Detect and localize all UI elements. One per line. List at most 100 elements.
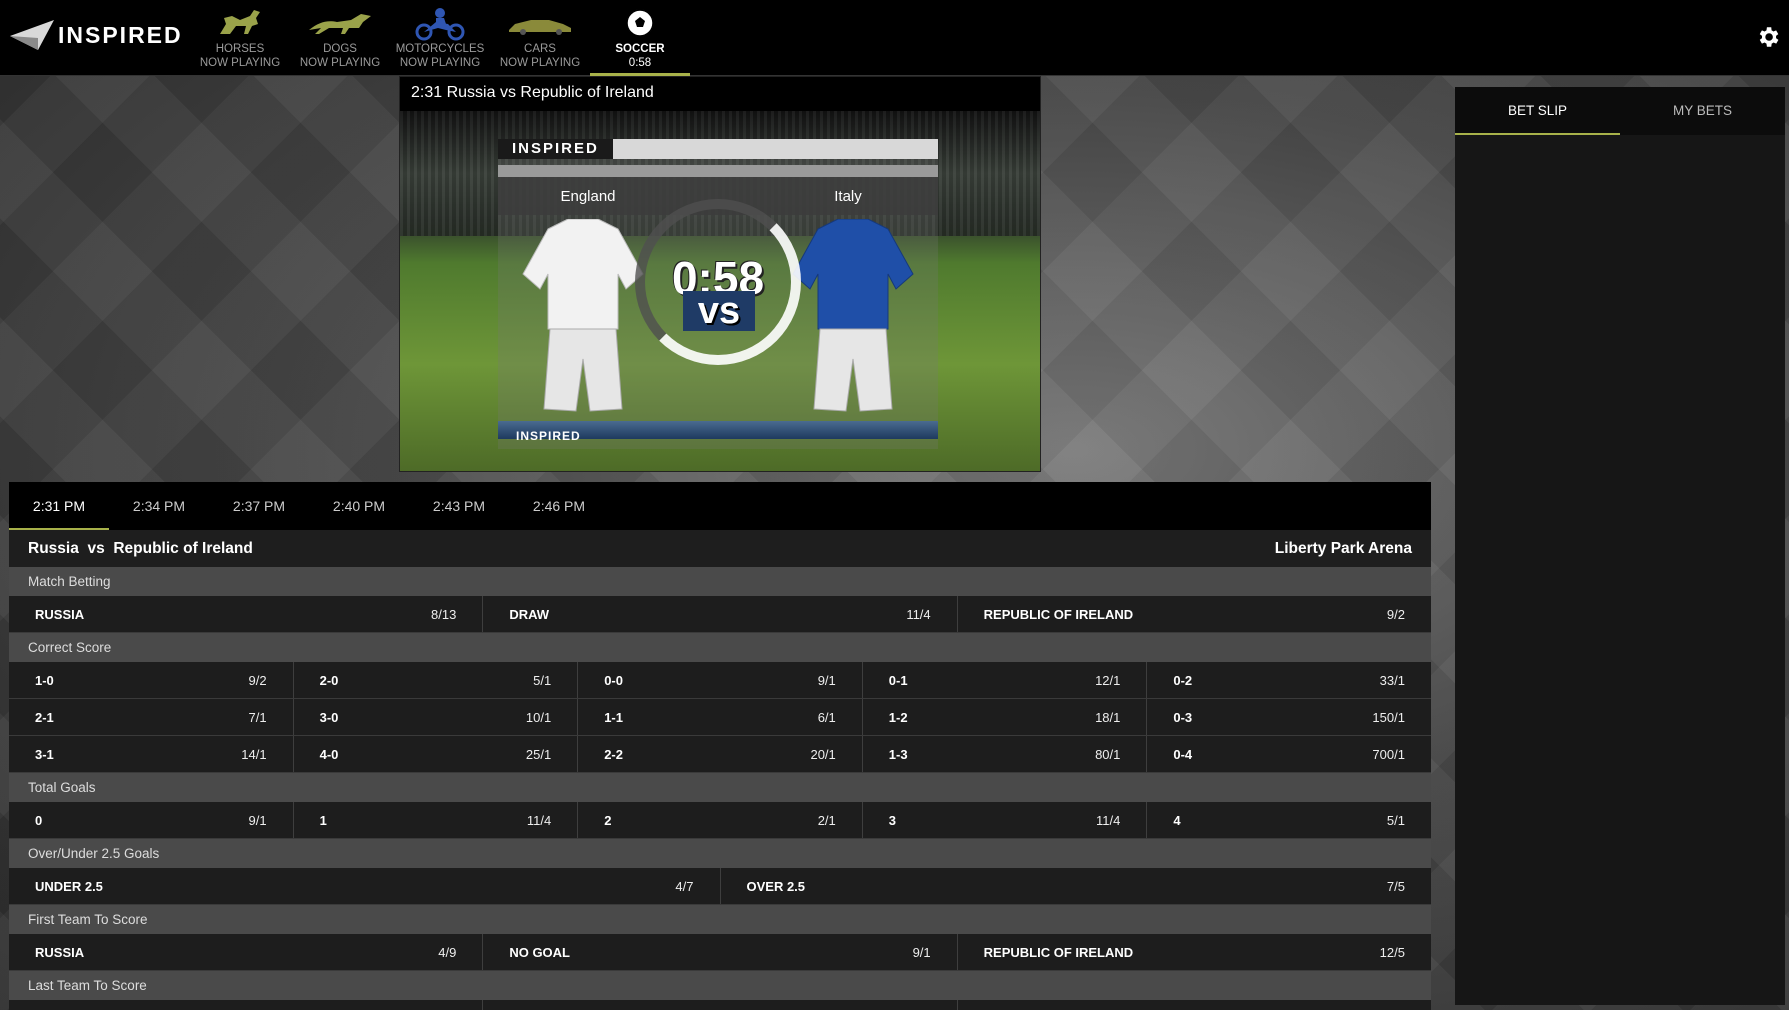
odds-button[interactable]: [957, 1000, 1431, 1010]
home-team: Russia: [28, 539, 79, 557]
market-title-match-betting: Match Betting: [9, 567, 1431, 596]
odds-button[interactable]: 3-1 14/1: [9, 736, 294, 772]
odds-price: 14/1: [241, 746, 267, 762]
race-time-tabs: 2:31 PM 2:34 PM 2:37 PM 2:40 PM 2:43 PM …: [9, 482, 1431, 530]
horse-icon: [220, 10, 260, 34]
time-tab[interactable]: 2:34 PM: [109, 482, 209, 530]
odds-button[interactable]: OVER 2.5 7/5: [720, 868, 1431, 904]
odds-price: 5/1: [533, 672, 552, 688]
odds-price: 12/5: [1379, 944, 1405, 960]
versus-label: vs: [87, 539, 105, 557]
odds-price: 20/1: [810, 746, 836, 762]
odds-button[interactable]: RUSSIA 8/13: [9, 596, 484, 632]
selection-label: 1-1: [604, 709, 623, 725]
odds-button[interactable]: REPUBLIC OF IRELAND 12/5: [957, 934, 1431, 970]
brand-logo[interactable]: INSPIRED: [8, 18, 183, 52]
odds-price: 11/4: [906, 606, 931, 622]
odds-button[interactable]: 4-0 25/1: [293, 736, 579, 772]
category-cars[interactable]: CARS NOW PLAYING: [490, 0, 590, 76]
odds-price: 9/2: [248, 672, 267, 688]
category-dogs[interactable]: DOGS NOW PLAYING: [290, 0, 390, 76]
odds-price: 4/9: [438, 944, 457, 960]
odds-button[interactable]: 2 2/1: [578, 802, 863, 838]
odds-button[interactable]: 2-0 5/1: [293, 662, 579, 698]
selection-label: REPUBLIC OF IRELAND: [983, 944, 1134, 960]
odds-button[interactable]: REPUBLIC OF IRELAND 9/2: [957, 596, 1431, 632]
odds-button[interactable]: 2-2 20/1: [578, 736, 863, 772]
odds-price: 7/1: [248, 709, 267, 725]
odds-button[interactable]: 0-3 150/1: [1147, 699, 1431, 735]
selection-label: 0-4: [1173, 746, 1193, 762]
time-tab[interactable]: 2:40 PM: [309, 482, 409, 530]
bet-slip-tabs: BET SLIP MY BETS: [1455, 87, 1785, 135]
selection-label: 0-0: [604, 672, 623, 688]
selection-label: 1-3: [888, 746, 908, 762]
odds-button[interactable]: UNDER 2.5 4/7: [9, 868, 721, 904]
tab-bet-slip[interactable]: BET SLIP: [1455, 87, 1620, 135]
odds-price: 150/1: [1372, 709, 1405, 725]
time-tab[interactable]: 2:31 PM: [9, 482, 109, 530]
time-tab[interactable]: 2:43 PM: [409, 482, 509, 530]
bet-slip-panel: BET SLIP MY BETS: [1455, 87, 1785, 1005]
odds-button[interactable]: 1-2 18/1: [862, 699, 1148, 735]
odds-button[interactable]: 0 9/1: [9, 802, 294, 838]
selection-label: 2: [604, 812, 612, 828]
market-title-total-goals: Total Goals: [9, 773, 1431, 802]
away-team-name: Italy: [834, 188, 862, 205]
odds-button[interactable]: 0-2 33/1: [1147, 662, 1431, 698]
odds-button[interactable]: 0-4 700/1: [1147, 736, 1431, 772]
selection-label: RUSSIA: [35, 606, 85, 622]
odds-price: 8/13: [431, 606, 457, 622]
odds-price: 2/1: [817, 812, 836, 828]
time-tab[interactable]: 2:46 PM: [509, 482, 609, 530]
settings-gear-icon[interactable]: [1755, 24, 1781, 50]
odds-button[interactable]: [483, 1000, 958, 1010]
selection-label: NO GOAL: [509, 944, 570, 960]
odds-price: 9/2: [1386, 606, 1405, 622]
versus-badge: vs: [683, 291, 755, 331]
market-title-last-team-to-score: Last Team To Score: [9, 971, 1431, 1000]
market-row: RUSSIA 4/9 NO GOAL 9/1 REPUBLIC OF IRELAND…: [9, 934, 1431, 971]
odds-button[interactable]: 1-3 80/1: [862, 736, 1148, 772]
odds-button[interactable]: 1 11/4: [293, 802, 579, 838]
odds-price: 10/1: [525, 709, 552, 725]
category-soccer[interactable]: SOCCER 0:58: [590, 0, 690, 76]
odds-button[interactable]: RUSSIA 4/9: [9, 934, 484, 970]
odds-price: 9/1: [817, 672, 836, 688]
odds-price: 33/1: [1379, 672, 1405, 688]
odds-price: 700/1: [1372, 746, 1405, 762]
away-team: Republic of Ireland: [113, 539, 253, 557]
odds-button[interactable]: NO GOAL 9/1: [483, 934, 958, 970]
away-team-kit-image: [792, 219, 914, 412]
market-row: UNDER 2.5 4/7 OVER 2.5 7/5: [9, 868, 1431, 905]
selection-label: 4: [1173, 812, 1181, 828]
video-player[interactable]: 2:31 Russia vs Republic of Ireland INSPI…: [399, 76, 1041, 472]
market-row: [9, 1000, 1431, 1010]
odds-button[interactable]: 1-0 9/2: [9, 662, 294, 698]
home-team-name: England: [560, 188, 616, 205]
odds-button[interactable]: [9, 1000, 484, 1010]
tab-my-bets[interactable]: MY BETS: [1620, 87, 1785, 135]
category-horses[interactable]: HORSES NOW PLAYING: [190, 0, 290, 76]
odds-button[interactable]: 2-1 7/1: [9, 699, 294, 735]
market-title-over-under: Over/Under 2.5 Goals: [9, 839, 1431, 868]
category-motorcycles[interactable]: MOTORCYCLES NOW PLAYING: [390, 0, 490, 76]
selection-label: 3-1: [35, 746, 54, 762]
selection-label: 3: [888, 812, 897, 828]
market-row: RUSSIA 8/13 DRAW 11/4 REPUBLIC OF IRELAND 9…: [9, 596, 1431, 633]
odds-price: 18/1: [1095, 709, 1121, 725]
odds-button[interactable]: 4 5/1: [1147, 802, 1431, 838]
odds-button[interactable]: DRAW 11/4: [483, 596, 958, 632]
odds-button[interactable]: 1-1 6/1: [578, 699, 863, 735]
selection-label: 4-0: [319, 746, 339, 762]
odds-button[interactable]: 0-1 12/1: [862, 662, 1148, 698]
time-tab[interactable]: 2:37 PM: [209, 482, 309, 530]
selection-label: 0-1: [888, 672, 908, 688]
category-status: NOW PLAYING: [399, 57, 481, 69]
odds-price: 25/1: [525, 746, 552, 762]
odds-button[interactable]: 3 11/4: [862, 802, 1148, 838]
odds-button[interactable]: 0-0 9/1: [578, 662, 863, 698]
odds-button[interactable]: 3-0 10/1: [293, 699, 579, 735]
video-title: 2:31 Russia vs Republic of Ireland: [400, 77, 1040, 111]
odds-price: 5/1: [1386, 812, 1405, 828]
